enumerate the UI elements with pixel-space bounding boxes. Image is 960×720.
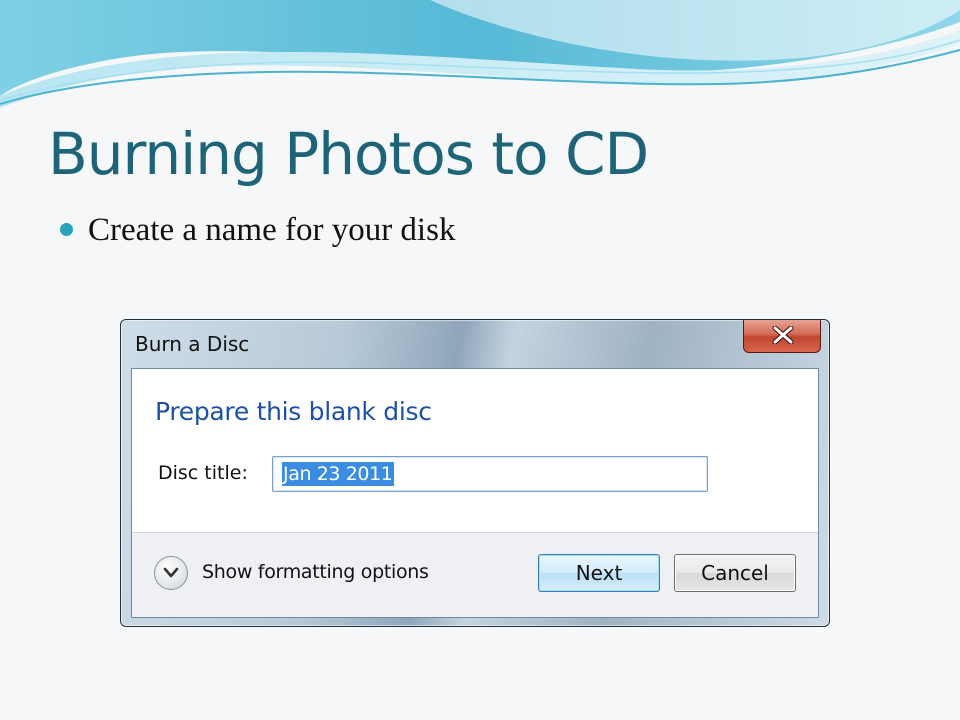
dialog-footer: Show formatting options Next Cancel — [132, 532, 818, 617]
dialog-title: Burn a Disc — [135, 332, 250, 356]
show-formatting-toggle[interactable] — [154, 556, 188, 590]
disc-title-label: Disc title: — [158, 462, 248, 484]
close-icon — [772, 326, 794, 344]
burn-disc-dialog: Burn a Disc Prepare this blank disc Disc… — [120, 319, 830, 627]
bullet-text: Create a name for your disk — [88, 212, 456, 248]
cancel-button[interactable]: Cancel — [674, 554, 796, 592]
show-formatting-label[interactable]: Show formatting options — [202, 561, 429, 583]
chevron-down-icon — [163, 567, 179, 578]
next-button[interactable]: Next — [538, 554, 660, 592]
close-button[interactable] — [743, 320, 821, 353]
disc-title-value[interactable]: Jan 23 2011 — [282, 462, 394, 486]
dialog-content: Prepare this blank disc Disc title: Jan … — [131, 368, 819, 618]
dialog-titlebar[interactable]: Burn a Disc — [121, 320, 829, 368]
dialog-heading: Prepare this blank disc — [155, 397, 432, 426]
slide-title: Burning Photos to CD — [48, 120, 649, 188]
disc-title-input[interactable]: Jan 23 2011 — [272, 456, 708, 492]
bullet-icon — [60, 223, 73, 236]
